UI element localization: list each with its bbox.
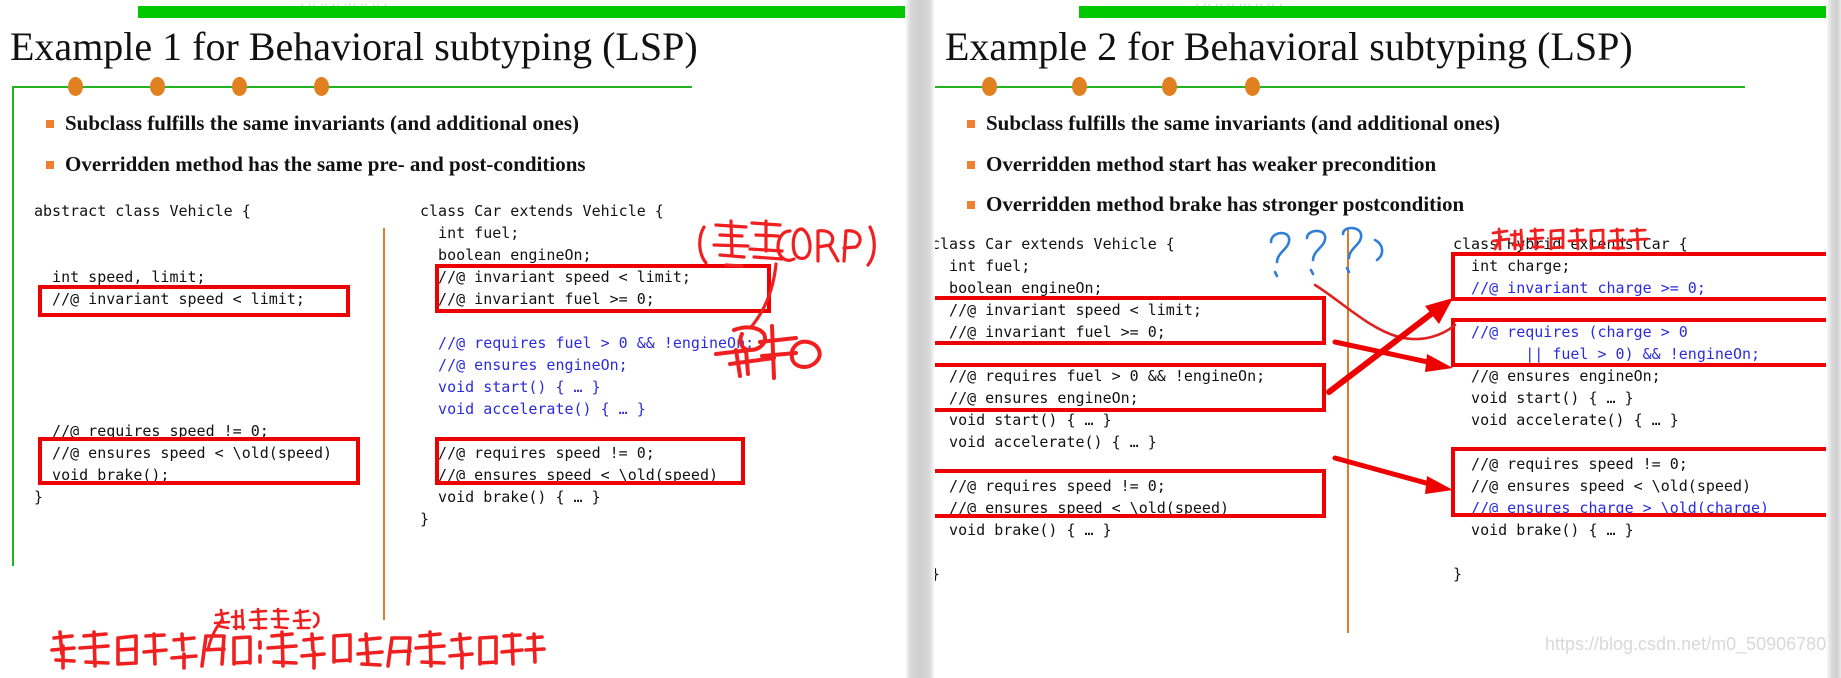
redbox-car-invariants (935, 296, 1326, 345)
arrow-to-hybrid-brake-icon (1332, 455, 1453, 494)
bullet-1-label: Subclass fulfills the same invariants (a… (986, 111, 1501, 135)
title-underline-rule (935, 86, 1745, 88)
slide-example-1: · ·· ·· ·· ··· ·· ·· · Example 1 for Beh… (0, 0, 905, 678)
ink-leader-curve (1313, 283, 1457, 341)
redbox-car-brake-spec (435, 437, 745, 485)
timeline-dot-3 (1162, 77, 1177, 96)
redbox-vehicle-brake-spec (38, 437, 360, 485)
column-separator (1347, 228, 1349, 633)
right-edge-gutter (1826, 0, 1841, 678)
slide-example-2: · ·· ·· ·· ··· ·· ·· · Example 2 for Beh… (935, 0, 1841, 678)
redbox-car-brake-spec (935, 469, 1326, 518)
redbox-car-start-spec (935, 363, 1326, 412)
bullet-marker-icon (46, 161, 54, 169)
bullet-2-label-post: has weaker precondition (1211, 152, 1437, 176)
redbox-hybrid-start-spec (1451, 318, 1841, 367)
column-separator (383, 228, 385, 620)
bullet-marker-icon (46, 120, 54, 128)
timeline-dot-1 (68, 77, 83, 96)
redbox-hybrid-charge-invariant (1451, 252, 1841, 301)
redbox-vehicle-invariant (38, 285, 350, 317)
bullet-2-label-mono: start (1169, 152, 1212, 176)
bullet-marker-icon (967, 120, 975, 128)
ink-bottom-note-upper (213, 607, 320, 631)
timeline-dot-2 (1072, 77, 1087, 96)
watermark: https://blog.csdn.net/m0_50906780 (1545, 634, 1827, 654)
bullet-1-label: Subclass fulfills the same invariants (a… (65, 111, 580, 135)
green-top-bar-left (138, 6, 905, 18)
bullet-3-label-pre: Overridden method (986, 192, 1170, 216)
bullet-2-label: Overridden method has the same pre- and … (65, 152, 586, 176)
timeline-dot-4 (314, 77, 329, 96)
timeline-dot-1 (982, 77, 997, 96)
bullet-1: Subclass fulfills the same invariants (a… (967, 111, 1500, 136)
bullet-2-label-pre: Overridden method (986, 152, 1170, 176)
ink-bottom-note-main (50, 630, 546, 670)
page-title: Example 2 for Behavioral subtyping (LSP) (945, 24, 1633, 69)
ink-question-marks-icon (1269, 226, 1384, 278)
page-title: Example 1 for Behavioral subtyping (LSP) (10, 24, 698, 69)
redbox-car-invariants (435, 264, 771, 313)
redbox-hybrid-brake-spec (1451, 447, 1841, 517)
bullet-3: Overridden method brake has stronger pos… (967, 192, 1464, 217)
bullet-3-label-mono: brake (1169, 192, 1222, 216)
arrow-to-hybrid-start-icon (1332, 339, 1453, 372)
bullet-marker-icon (967, 161, 975, 169)
title-underline-rule (12, 86, 692, 88)
bullet-marker-icon (967, 201, 975, 209)
timeline-dot-3 (232, 77, 247, 96)
bullet-3-label-post: has stronger postcondition (1221, 192, 1465, 216)
timeline-dot-4 (1245, 77, 1260, 96)
green-top-bar-right (1079, 6, 1841, 18)
ink-bottom-note-leader (206, 618, 224, 652)
bullet-2: Overridden method start has weaker preco… (967, 152, 1436, 177)
screenshot-root: · ·· ·· ·· ··· ·· ·· · Example 1 for Beh… (0, 0, 1841, 678)
bullet-2: Overridden method has the same pre- and … (46, 152, 586, 177)
slide-gutter (905, 0, 935, 678)
timeline-dot-2 (150, 77, 165, 96)
bullet-1: Subclass fulfills the same invariants (a… (46, 111, 579, 136)
rule-left-tick (12, 86, 14, 566)
